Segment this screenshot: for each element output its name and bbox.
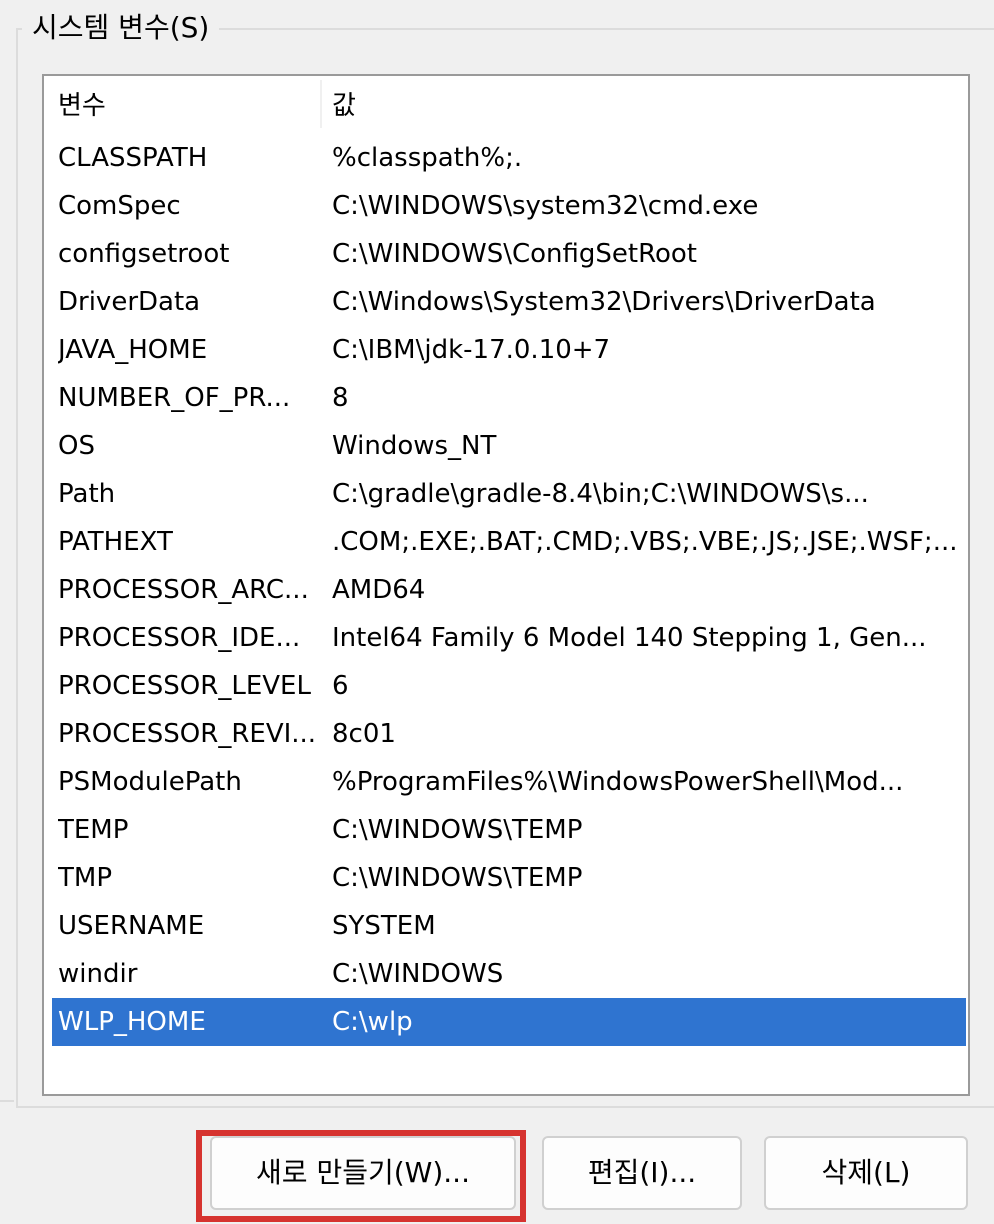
table-row[interactable]: JAVA_HOME C:\IBM\jdk-17.0.10+7	[44, 326, 968, 374]
annotation-highlight-box	[196, 1130, 526, 1222]
variable-name-cell: JAVA_HOME	[58, 335, 208, 365]
variable-name-cell: TEMP	[58, 815, 129, 845]
delete-variable-button[interactable]: 삭제(L)	[764, 1136, 968, 1210]
variable-value-cell: C:\WINDOWS\ConfigSetRoot	[332, 239, 697, 269]
system-variables-list[interactable]: 변수 값 CLASSPATH %classpath%;. ComSpec C:\WIN…	[42, 74, 970, 1096]
variable-name-cell: PATHEXT	[58, 527, 173, 557]
variable-name-cell: TMP	[58, 863, 112, 893]
variable-value-cell: %classpath%;.	[332, 143, 523, 173]
table-row[interactable]: PROCESSOR_LEVEL 6	[44, 662, 968, 710]
system-variables-panel: 시스템 변수(S) 변수 값 CLASSPATH %classpath%;. Com…	[0, 0, 994, 1224]
variable-value-cell: C:\WINDOWS\system32\cmd.exe	[332, 191, 759, 221]
variable-name-cell: WLP_HOME	[58, 1007, 206, 1037]
variable-value-cell: 8c01	[332, 719, 396, 749]
table-row[interactable]: CLASSPATH %classpath%;.	[44, 134, 968, 182]
variable-name-cell: ComSpec	[58, 191, 181, 221]
variable-name-cell: DriverData	[58, 287, 201, 317]
table-row[interactable]: Path C:\gradle\gradle-8.4\bin;C:\WINDOWS\…	[44, 470, 968, 518]
variable-value-cell: C:\wlp	[332, 1007, 413, 1037]
list-header: 변수 값	[44, 76, 968, 132]
table-row[interactable]: NUMBER_OF_PR... 8	[44, 374, 968, 422]
variable-value-cell: SYSTEM	[332, 911, 436, 941]
variable-name-cell: configsetroot	[58, 239, 230, 269]
table-row[interactable]: OS Windows_NT	[44, 422, 968, 470]
variable-name-cell: PROCESSOR_REVI...	[58, 719, 317, 749]
variable-value-cell: C:\Windows\System32\Drivers\DriverData	[332, 287, 876, 317]
variable-value-cell: AMD64	[332, 575, 426, 605]
column-header-variable[interactable]: 변수	[58, 76, 106, 132]
table-row[interactable]: WLP_HOME C:\wlp	[52, 998, 966, 1046]
variable-value-cell: C:\IBM\jdk-17.0.10+7	[332, 335, 611, 365]
variable-value-cell: C:\WINDOWS\TEMP	[332, 815, 583, 845]
table-row[interactable]: USERNAME SYSTEM	[44, 902, 968, 950]
table-row[interactable]: DriverData C:\Windows\System32\Drivers\Dr…	[44, 278, 968, 326]
table-row[interactable]: TEMP C:\WINDOWS\TEMP	[44, 806, 968, 854]
variable-name-cell: Path	[58, 479, 116, 509]
variable-value-cell: %ProgramFiles%\WindowsPowerShell\Mod...	[332, 767, 904, 797]
table-row[interactable]: PATHEXT .COM;.EXE;.BAT;.CMD;.VBS;.VBE;.JS…	[44, 518, 968, 566]
variable-value-cell: .COM;.EXE;.BAT;.CMD;.VBS;.VBE;.JS;.JSE;.…	[332, 527, 958, 557]
column-separator[interactable]	[320, 80, 322, 128]
variable-name-cell: PROCESSOR_LEVEL	[58, 671, 311, 701]
variable-name-cell: NUMBER_OF_PR...	[58, 383, 291, 413]
table-row[interactable]: PSModulePath %ProgramFiles%\WindowsPowerS…	[44, 758, 968, 806]
table-row[interactable]: TMP C:\WINDOWS\TEMP	[44, 854, 968, 902]
divider	[0, 1100, 14, 1102]
table-row[interactable]: windir C:\WINDOWS	[44, 950, 968, 998]
variable-name-cell: PROCESSOR_ARC...	[58, 575, 309, 605]
table-row[interactable]: configsetroot C:\WINDOWS\ConfigSetRoot	[44, 230, 968, 278]
groupbox-title: 시스템 변수(S)	[22, 10, 220, 46]
edit-variable-button[interactable]: 편집(I)...	[542, 1136, 742, 1210]
table-row[interactable]: PROCESSOR_IDE... Intel64 Family 6 Model 1…	[44, 614, 968, 662]
column-header-value[interactable]: 값	[332, 76, 356, 132]
table-row[interactable]: ComSpec C:\WINDOWS\system32\cmd.exe	[44, 182, 968, 230]
variable-name-cell: USERNAME	[58, 911, 205, 941]
variable-value-cell: 6	[332, 671, 349, 701]
variable-name-cell: PROCESSOR_IDE...	[58, 623, 301, 653]
table-row[interactable]: PROCESSOR_REVI... 8c01	[44, 710, 968, 758]
table-row[interactable]: PROCESSOR_ARC... AMD64	[44, 566, 968, 614]
variable-name-cell: CLASSPATH	[58, 143, 208, 173]
variable-value-cell: C:\gradle\gradle-8.4\bin;C:\WINDOWS\s...	[332, 479, 869, 509]
variable-value-cell: C:\WINDOWS\TEMP	[332, 863, 583, 893]
variable-name-cell: PSModulePath	[58, 767, 242, 797]
variable-name-cell: OS	[58, 431, 95, 461]
variable-value-cell: Windows_NT	[332, 431, 497, 461]
list-rows: CLASSPATH %classpath%;. ComSpec C:\WINDOWS\…	[44, 134, 968, 1046]
variable-name-cell: windir	[58, 959, 138, 989]
variable-value-cell: 8	[332, 383, 349, 413]
variable-value-cell: C:\WINDOWS	[332, 959, 504, 989]
variable-value-cell: Intel64 Family 6 Model 140 Stepping 1, G…	[332, 623, 927, 653]
